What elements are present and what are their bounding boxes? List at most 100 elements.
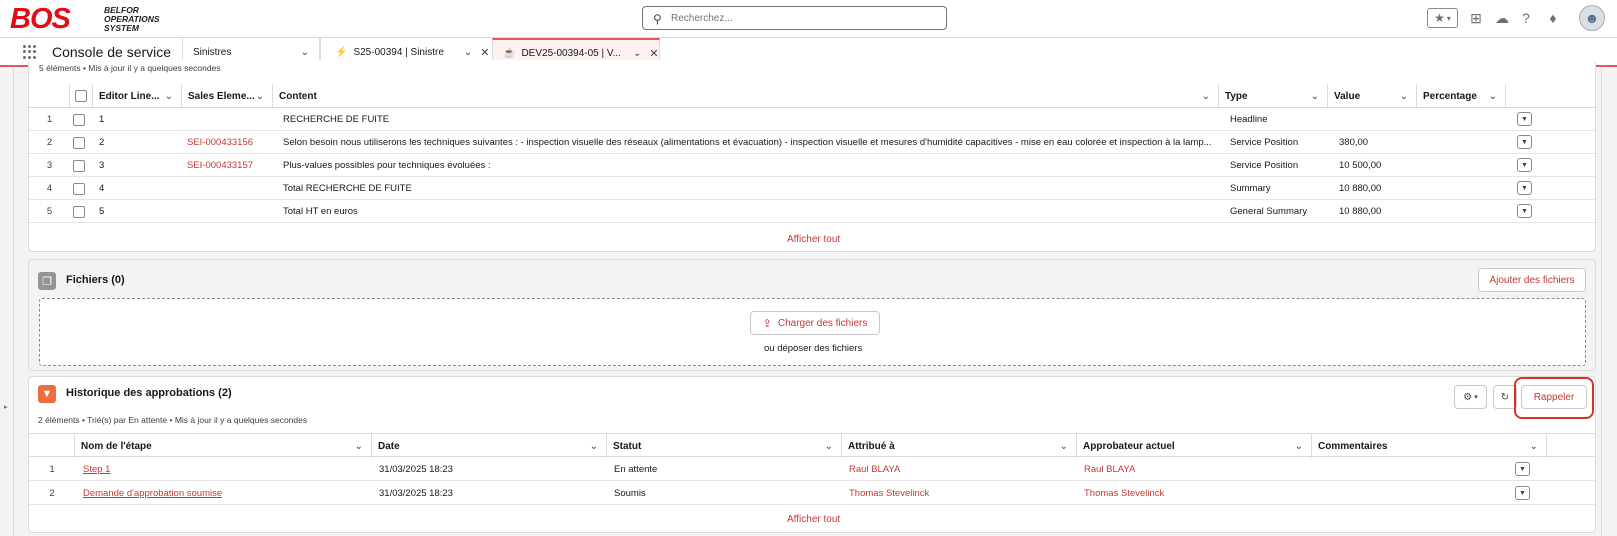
chevron-down-icon[interactable]: ⌄: [1295, 441, 1303, 452]
table-row: 3 3 SEI-000433157 Plus-values possibles …: [29, 154, 1595, 177]
global-actions-button[interactable]: ⊞: [1466, 8, 1486, 28]
cell-sales-element[interactable]: SEI-000433157: [187, 154, 272, 177]
app-launcher-icon[interactable]: [23, 45, 37, 59]
column-percentage[interactable]: Percentage ⌄: [1417, 84, 1506, 108]
column-assigned-to[interactable]: Attribué à ⌄: [842, 434, 1077, 458]
cell-sales-element[interactable]: [187, 200, 272, 223]
table-row: 2 2 SEI-000433156 Selon besoin nous util…: [29, 131, 1595, 154]
scrollbar[interactable]: [1601, 68, 1617, 536]
row-checkbox[interactable]: [73, 108, 91, 131]
column-label: Type: [1225, 90, 1248, 102]
chevron-right-icon[interactable]: ▸: [4, 403, 8, 411]
column-sales-element[interactable]: Sales Eleme... ⌄: [182, 84, 273, 108]
show-all-link[interactable]: Afficher tout: [787, 234, 840, 245]
column-status[interactable]: Statut ⌄: [607, 434, 842, 458]
chevron-down-icon[interactable]: ⌄: [355, 441, 363, 452]
bolt-icon: ⚡: [335, 46, 348, 58]
row-actions-button[interactable]: ▼: [1517, 158, 1532, 172]
search-input[interactable]: [671, 10, 931, 26]
chevron-down-icon[interactable]: ⌄: [1530, 441, 1538, 452]
trailhead-button[interactable]: ☁: [1492, 8, 1512, 28]
column-current-approver[interactable]: Approbateur actuel ⌄: [1077, 434, 1312, 458]
row-actions-button[interactable]: ▼: [1517, 135, 1532, 149]
global-search[interactable]: ⚲: [642, 6, 947, 30]
show-all-link[interactable]: Afficher tout: [787, 514, 840, 525]
chevron-down-icon[interactable]: ⌄: [590, 441, 598, 452]
files-title[interactable]: Fichiers (0): [66, 274, 125, 286]
quote-icon: ☕: [503, 47, 516, 59]
chevron-down-icon[interactable]: ⌄: [633, 48, 641, 59]
column-value[interactable]: Value ⌄: [1328, 84, 1417, 108]
chevron-down-icon: ▾: [1474, 394, 1478, 401]
checkbox[interactable]: [73, 159, 85, 172]
cell-sales-element[interactable]: [187, 177, 272, 200]
add-files-button[interactable]: Ajouter des fichiers: [1478, 268, 1586, 292]
cell-step-name[interactable]: Demande d'approbation soumise: [83, 481, 368, 505]
chevron-down-icon[interactable]: ⌄: [1400, 91, 1408, 102]
close-icon[interactable]: ✕: [649, 47, 658, 60]
checkbox[interactable]: [73, 182, 85, 195]
row-checkbox[interactable]: [73, 154, 91, 177]
chevron-down-icon: ▼: [1521, 207, 1528, 215]
row-actions-button[interactable]: ▼: [1517, 112, 1532, 126]
row-checkbox[interactable]: [73, 131, 91, 154]
column-label: Date: [378, 440, 400, 452]
chevron-down-icon[interactable]: ⌄: [1311, 91, 1319, 102]
chevron-down-icon[interactable]: ⌄: [1489, 91, 1497, 102]
cell-assigned-to[interactable]: Raul BLAYA: [849, 457, 1074, 481]
upload-icon: ⇪: [762, 317, 772, 330]
cell-sales-element[interactable]: [187, 108, 272, 131]
notifications-button[interactable]: ♦: [1543, 8, 1563, 28]
checkbox[interactable]: [73, 205, 85, 218]
row-number: 4: [46, 183, 53, 194]
cell-assigned-to[interactable]: Thomas Stevelinck: [849, 481, 1074, 505]
chevron-down-icon[interactable]: ⌄: [1060, 441, 1068, 452]
upload-label: Charger des fichiers: [777, 317, 868, 329]
chevron-down-icon[interactable]: ⌄: [256, 91, 264, 102]
bos-logo[interactable]: BOS BELFOR OPERATIONS SYSTEM: [10, 3, 170, 35]
row-actions-button[interactable]: ▼: [1517, 204, 1532, 218]
checkbox[interactable]: [75, 90, 87, 102]
chevron-down-icon[interactable]: ⌄: [1202, 91, 1210, 102]
cell-current-approver[interactable]: Thomas Stevelinck: [1084, 481, 1309, 505]
column-date[interactable]: Date ⌄: [372, 434, 607, 458]
checkbox[interactable]: [73, 113, 85, 126]
cell-current-approver[interactable]: Raul BLAYA: [1084, 457, 1309, 481]
column-label: Content: [279, 90, 317, 102]
file-dropzone[interactable]: ⇪ Charger des fichiers ou déposer des fi…: [39, 298, 1586, 366]
cell-sales-element[interactable]: SEI-000433156: [187, 131, 272, 154]
column-comments[interactable]: Commentaires ⌄: [1312, 434, 1547, 458]
help-button[interactable]: ?: [1516, 8, 1536, 28]
cell-date: 31/03/2025 18:23: [379, 487, 453, 499]
row-checkbox[interactable]: [73, 177, 91, 200]
table-row: 5 5 Total HT en euros General Summary 10…: [29, 200, 1595, 223]
chevron-down-icon[interactable]: ⌄: [825, 441, 833, 452]
logo-text: BELFOR OPERATIONS SYSTEM: [104, 6, 160, 33]
list-settings-button[interactable]: ⚙ ▾: [1454, 385, 1487, 409]
star-icon: ★: [1434, 11, 1445, 25]
recall-button[interactable]: Rappeler: [1521, 385, 1587, 409]
row-actions-button[interactable]: ▼: [1515, 486, 1530, 500]
column-content[interactable]: Content ⌄: [273, 84, 1219, 108]
column-editor-line[interactable]: Editor Line... ⌄: [93, 84, 182, 108]
cell-editor-line: 1: [99, 114, 105, 125]
row-actions-button[interactable]: ▼: [1517, 181, 1532, 195]
approval-history-related-list: ▼ Historique des approbations (2) ⚙ ▾ ↻ R…: [28, 376, 1596, 533]
checkbox[interactable]: [73, 136, 85, 149]
avatar[interactable]: ☻: [1579, 5, 1605, 31]
row-number: 1: [49, 463, 55, 475]
row-actions-button[interactable]: ▼: [1515, 462, 1530, 476]
approvals-title[interactable]: Historique des approbations (2): [66, 387, 232, 399]
column-type[interactable]: Type ⌄: [1219, 84, 1328, 108]
chevron-down-icon[interactable]: ⌄: [301, 47, 309, 58]
column-step-name[interactable]: Nom de l'étape ⌄: [75, 434, 372, 458]
row-number: 1: [46, 114, 53, 125]
chevron-down-icon[interactable]: ⌄: [165, 91, 173, 102]
close-icon[interactable]: ✕: [480, 46, 489, 59]
cell-step-name[interactable]: Step 1: [83, 457, 368, 481]
row-checkbox[interactable]: [73, 200, 91, 223]
select-all-checkbox[interactable]: [70, 84, 93, 108]
chevron-down-icon[interactable]: ⌄: [464, 47, 472, 58]
upload-files-button[interactable]: ⇪ Charger des fichiers: [750, 311, 880, 335]
favorites-button[interactable]: ★ ▾: [1427, 8, 1458, 28]
